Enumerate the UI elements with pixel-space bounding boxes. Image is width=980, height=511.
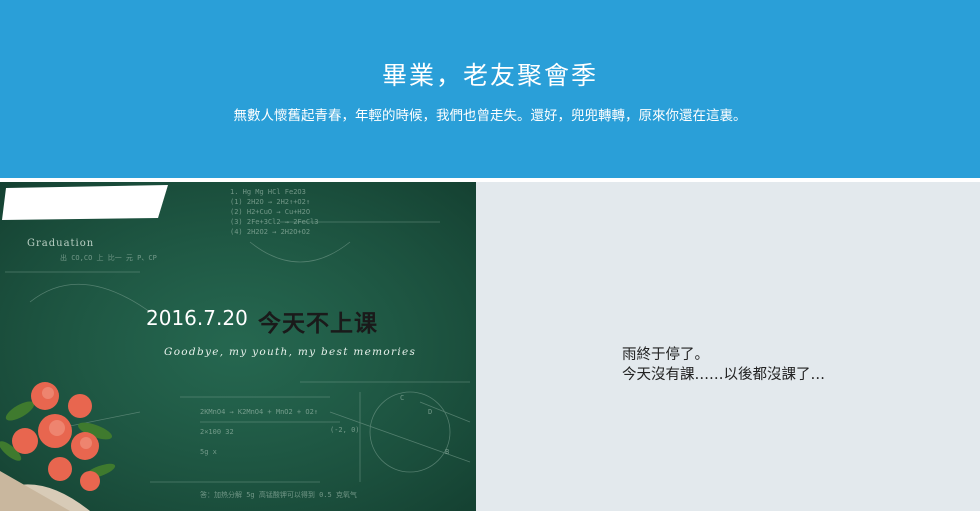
chalkboard-image: 1. Hg Mg HCl Fe2O3 (1) 2H2O → 2H2↑+O2↑ (…	[0, 182, 476, 511]
english-caption: Goodbye, my youth, my best memories	[164, 346, 417, 358]
text-panel: 雨終于停了。 今天沒有課……以後都沒課了…	[476, 182, 980, 511]
svg-text:C: C	[400, 394, 404, 402]
svg-text:(-2, 0): (-2, 0)	[330, 426, 360, 434]
headline-text: 今天不上课	[258, 311, 378, 337]
svg-text:1. Hg Mg HCl Fe2O3: 1. Hg Mg HCl Fe2O3	[230, 188, 306, 196]
graduation-label: Graduation	[27, 238, 95, 249]
svg-text:5g x: 5g x	[200, 448, 217, 456]
flower-bouquet-icon	[0, 382, 116, 511]
page-subtitle: 無數人懷舊起青春，年輕的時候，我們也曾走失。還好，兜兜轉轉，原來你還在這裏。	[233, 108, 747, 124]
svg-text:2×100 32: 2×100 32	[200, 428, 234, 436]
panel-line-2: 今天沒有課……以後都沒課了…	[622, 367, 825, 383]
page-title: 畢業，老友聚會季	[381, 61, 598, 90]
svg-text:D: D	[428, 408, 432, 416]
svg-text:出 CO,CO 上 比一 元 P、CP: 出 CO,CO 上 比一 元 P、CP	[60, 253, 157, 262]
svg-text:(2) H2+CuO → Cu+H2O: (2) H2+CuO → Cu+H2O	[230, 208, 310, 216]
svg-text:(1) 2H2O → 2H2↑+O2↑: (1) 2H2O → 2H2↑+O2↑	[230, 198, 310, 206]
header-banner: 畢業，老友聚會季 無數人懷舊起青春，年輕的時候，我們也曾走失。還好，兜兜轉轉，原…	[0, 0, 980, 178]
svg-text:(4) 2H2O2 → 2H2O+O2: (4) 2H2O2 → 2H2O+O2	[230, 228, 310, 236]
date-text: 2016.7.20	[146, 306, 248, 330]
svg-text:2KMnO4 → K2MnO4 + MnO2 + O2↑: 2KMnO4 → K2MnO4 + MnO2 + O2↑	[200, 408, 318, 416]
svg-text:(3) 2Fe+3Cl2 → 2FeCl3: (3) 2Fe+3Cl2 → 2FeCl3	[230, 218, 319, 226]
svg-text:B: B	[445, 448, 449, 456]
panel-text: 雨終于停了。 今天沒有課……以後都沒課了…	[622, 345, 825, 385]
svg-text:答：加热分解 5g 高锰酸钾可以得到 0.5 克氧气: 答：加热分解 5g 高锰酸钾可以得到 0.5 克氧气	[200, 490, 357, 499]
brush-stroke	[2, 185, 168, 220]
panel-line-1: 雨終于停了。	[622, 347, 709, 363]
